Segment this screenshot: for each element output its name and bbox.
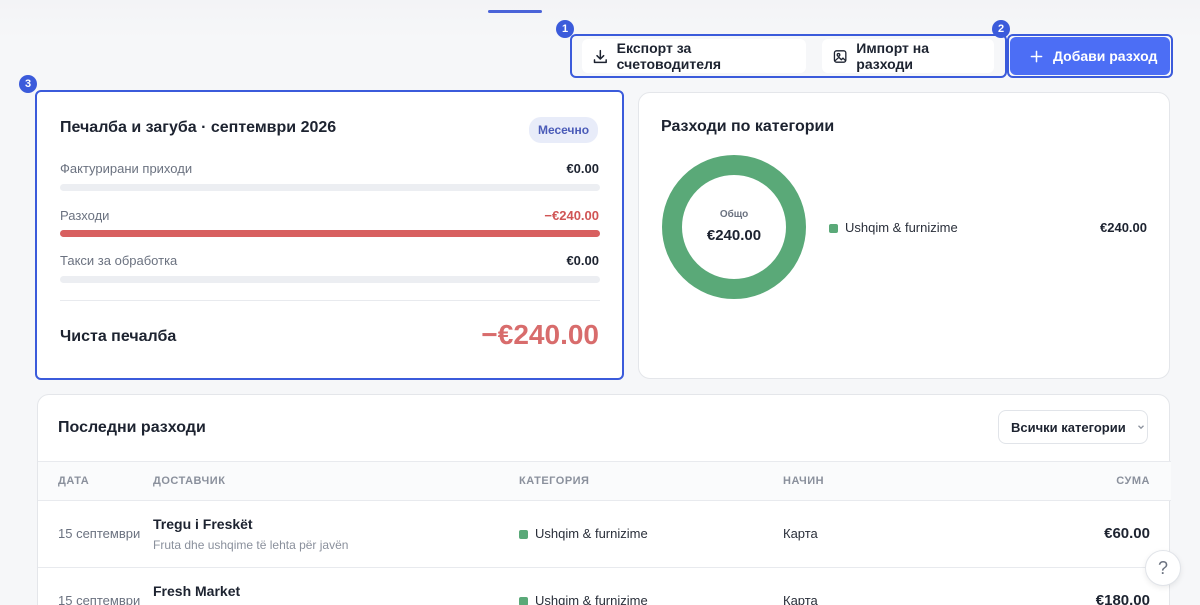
- column-header-vendor[interactable]: ДОСТАВЧИК: [153, 475, 225, 487]
- download-icon: [593, 49, 607, 63]
- row-note: Fruta dhe ushqime të lehta për javën: [153, 538, 349, 552]
- table-row[interactable]: 15 септември Tregu i Freskët Fruta dhe u…: [38, 501, 1171, 567]
- category-legend-item: Ushqim & furnizime: [829, 220, 958, 235]
- row-category: Ushqim & furnizime: [519, 526, 648, 541]
- question-icon: ?: [1157, 557, 1168, 578]
- table-row[interactable]: 15 септември Fresh Market Ushqim & furni…: [38, 568, 1171, 605]
- row-method: Карта: [783, 526, 818, 541]
- category-expenses-title: Разходи по категории: [661, 118, 835, 135]
- table-header-row: ДАТА ДОСТАВЧИК КАТЕГОРИЯ НАЧИН СУМА: [38, 462, 1171, 500]
- processing-fees-value: €0.00: [566, 253, 599, 268]
- row-date: 15 септември: [58, 526, 141, 541]
- column-header-category[interactable]: КАТЕГОРИЯ: [519, 475, 589, 487]
- help-button[interactable]: ?: [1145, 550, 1181, 586]
- category-expenses-card: Разходи по категории Общо €240.00 Ushqim…: [638, 92, 1170, 379]
- column-header-method[interactable]: НАЧИН: [783, 475, 824, 487]
- category-color-dot: [519, 530, 528, 539]
- annotation-badge-3: 3: [19, 75, 37, 93]
- row-category-label: Ushqim & furnizime: [535, 593, 648, 605]
- expenses-value: −€240.00: [544, 208, 599, 223]
- plus-icon: [1030, 50, 1043, 62]
- invoiced-income-bar: [60, 184, 600, 191]
- recent-expenses-card: Последни разходи Всички категории ДАТА Д…: [37, 394, 1171, 605]
- row-date: 15 септември: [58, 593, 141, 605]
- processing-fees-label: Такси за обработка: [60, 253, 178, 268]
- invoiced-income-value: €0.00: [566, 161, 599, 176]
- column-header-amount[interactable]: СУМА: [1116, 475, 1150, 487]
- import-expenses-label: Импорт на разходи: [856, 40, 930, 72]
- add-expense-button[interactable]: Добави разход: [1010, 37, 1170, 75]
- export-accountant-button[interactable]: Експорт за счетоводителя: [582, 39, 806, 73]
- category-filter-label: Всички категории: [1011, 419, 1126, 435]
- chevron-down-icon: [1137, 425, 1144, 430]
- row-category-label: Ushqim & furnizime: [535, 526, 648, 541]
- donut-total-value: €240.00: [706, 227, 762, 244]
- annotation-badge-1: 1: [556, 20, 574, 38]
- category-color-dot: [519, 597, 528, 605]
- annotation-badge-2: 2: [992, 20, 1010, 38]
- period-badge[interactable]: Месечно: [529, 117, 599, 143]
- expenses-bar: [60, 230, 600, 237]
- recent-expenses-title: Последни разходи: [58, 419, 206, 436]
- add-expense-label: Добави разход: [1053, 48, 1158, 64]
- row-category: Ushqim & furnizime: [519, 593, 648, 605]
- active-tab-indicator: [488, 10, 542, 13]
- category-value: €240.00: [1100, 220, 1147, 235]
- expenses-bar-fill: [60, 230, 600, 237]
- expenses-label: Разходи: [60, 208, 110, 223]
- profit-loss-title: Печалба и загуба · септември 2026: [60, 119, 337, 136]
- net-profit-value: −€240.00: [481, 319, 599, 350]
- row-amount: €180.00: [1095, 592, 1150, 605]
- row-vendor: Tregu i Freskët: [153, 516, 253, 532]
- row-amount: €60.00: [1104, 525, 1150, 542]
- donut-total-label: Общо: [719, 209, 749, 220]
- image-icon: [833, 49, 847, 63]
- processing-fees-bar: [60, 276, 600, 283]
- net-divider: [60, 300, 600, 301]
- import-expenses-button[interactable]: Импорт на разходи: [822, 39, 994, 73]
- profit-loss-card: Печалба и загуба · септември 2026 Месечн…: [35, 90, 624, 380]
- invoiced-income-label: Фактурирани приходи: [60, 161, 193, 176]
- category-filter-select[interactable]: Всички категории: [998, 410, 1148, 444]
- row-method: Карта: [783, 593, 818, 605]
- net-profit-label: Чиста печалба: [60, 328, 177, 345]
- category-color-dot: [829, 224, 838, 233]
- export-accountant-label: Експорт за счетоводителя: [616, 40, 722, 72]
- category-name: Ushqim & furnizime: [845, 220, 958, 235]
- row-vendor: Fresh Market: [153, 583, 241, 599]
- column-header-date[interactable]: ДАТА: [58, 475, 89, 487]
